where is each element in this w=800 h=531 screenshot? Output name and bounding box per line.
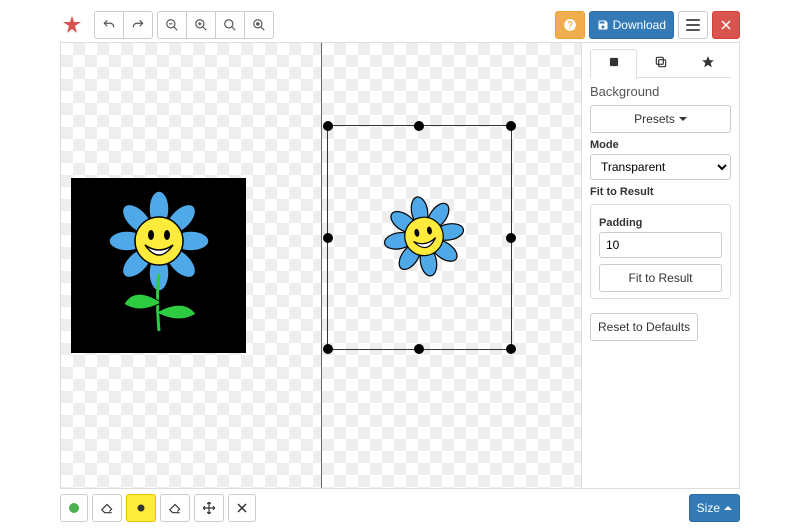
- source-image: [71, 178, 246, 353]
- circle-icon: [134, 501, 148, 515]
- zoom-fit-button[interactable]: [215, 11, 245, 39]
- mode-select[interactable]: Transparent: [590, 154, 731, 180]
- hamburger-icon: [686, 19, 700, 31]
- result-pane: [321, 43, 582, 488]
- padding-label: Padding: [599, 217, 722, 229]
- padding-input[interactable]: [599, 232, 722, 258]
- size-label: Size: [697, 501, 720, 515]
- tab-multi[interactable]: [637, 49, 684, 77]
- mode-label: Mode: [590, 139, 731, 151]
- fit-to-result-button[interactable]: Fit to Result: [599, 264, 722, 292]
- crop-handle-tr[interactable]: [506, 121, 516, 131]
- add-point-button[interactable]: [60, 494, 88, 522]
- zoom-actual-button[interactable]: [244, 11, 274, 39]
- zoom-in-button[interactable]: [186, 11, 216, 39]
- sidebar: Background Presets Mode Transparent Fit …: [581, 43, 739, 488]
- app-logo: [60, 13, 84, 37]
- green-dot-icon: [69, 503, 79, 513]
- original-pane: [61, 43, 321, 488]
- crop-box[interactable]: [327, 125, 512, 350]
- redo-button[interactable]: [123, 11, 153, 39]
- presets-button[interactable]: Presets: [590, 105, 731, 133]
- tab-favorites[interactable]: [684, 49, 731, 77]
- marker-button[interactable]: [126, 494, 156, 522]
- crop-handle-l[interactable]: [323, 233, 333, 243]
- download-label: Download: [613, 18, 666, 32]
- main-area: Background Presets Mode Transparent Fit …: [60, 42, 740, 489]
- reset-defaults-button[interactable]: Reset to Defaults: [590, 313, 698, 341]
- crop-handle-t[interactable]: [414, 121, 424, 131]
- top-toolbar: Download: [60, 8, 740, 42]
- undo-button[interactable]: [94, 11, 124, 39]
- copy-icon: [654, 55, 668, 69]
- brush-icon: [168, 501, 182, 515]
- eraser-icon: [100, 501, 114, 515]
- crop-handle-b[interactable]: [414, 344, 424, 354]
- move-icon: [202, 501, 216, 515]
- move-button[interactable]: [194, 494, 224, 522]
- download-button[interactable]: Download: [589, 11, 674, 39]
- square-icon: [607, 55, 621, 69]
- crop-handle-tl[interactable]: [323, 121, 333, 131]
- fit-title: Fit to Result: [590, 186, 731, 198]
- tab-single[interactable]: [590, 49, 637, 78]
- presets-label: Presets: [634, 112, 675, 126]
- fit-panel: Padding Fit to Result: [590, 204, 731, 299]
- sidebar-tabs: [590, 49, 731, 78]
- x-icon: [236, 502, 248, 514]
- crop-handle-br[interactable]: [506, 344, 516, 354]
- zoom-out-button[interactable]: [157, 11, 187, 39]
- size-button[interactable]: Size: [689, 494, 740, 522]
- eraser-button[interactable]: [92, 494, 122, 522]
- menu-button[interactable]: [678, 11, 708, 39]
- clear-button[interactable]: [228, 494, 256, 522]
- star-icon: [701, 55, 715, 69]
- caret-up-icon: [724, 506, 732, 510]
- brush-button[interactable]: [160, 494, 190, 522]
- crop-handle-bl[interactable]: [323, 344, 333, 354]
- section-background-title: Background: [590, 84, 731, 99]
- bottom-toolbar: Size: [60, 489, 740, 523]
- canvas-area[interactable]: [61, 43, 581, 488]
- caret-icon: [679, 117, 687, 121]
- crop-handle-r[interactable]: [506, 233, 516, 243]
- close-button[interactable]: [712, 11, 740, 39]
- help-button[interactable]: [555, 11, 585, 39]
